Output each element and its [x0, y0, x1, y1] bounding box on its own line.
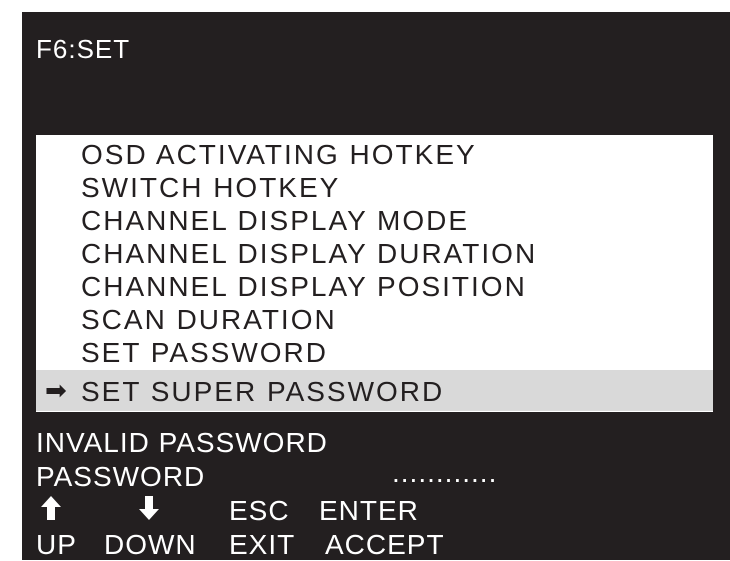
menu-item-label: CHANNEL DISPLAY MODE [81, 205, 470, 236]
down-key-label: DOWN [104, 529, 197, 560]
menu-item-channel-display-mode[interactable]: CHANNEL DISPLAY MODE [36, 203, 713, 236]
menu-item-osd-activating-hotkey[interactable]: OSD ACTIVATING HOTKEY [36, 137, 713, 170]
status-message: INVALID PASSWORD [36, 427, 328, 458]
menu-item-set-super-password[interactable]: ➡ SET SUPER PASSWORD [36, 370, 713, 411]
menu-item-label: OSD ACTIVATING HOTKEY [81, 139, 477, 170]
menu-item-switch-hotkey[interactable]: SWITCH HOTKEY [36, 170, 713, 203]
menu-item-scan-duration[interactable]: SCAN DURATION [36, 302, 713, 335]
password-label: PASSWORD [36, 461, 206, 492]
accept-key-label: ACCEPT [325, 529, 445, 560]
menu-item-label: CHANNEL DISPLAY POSITION [81, 271, 527, 302]
osd-screen: F6:SET OSD ACTIVATING HOTKEY SWITCH HOTK… [22, 12, 730, 560]
esc-key: ESC [229, 495, 290, 526]
menu-item-label: SET SUPER PASSWORD [81, 376, 445, 407]
menu-item-label: CHANNEL DISPLAY DURATION [81, 238, 538, 269]
enter-key: ENTER [319, 495, 419, 526]
exit-key-label: EXIT [229, 529, 296, 560]
up-key-label: UP [36, 529, 77, 560]
page-title: F6:SET [36, 34, 131, 64]
up-arrow-icon [40, 495, 62, 528]
menu-item-label: SWITCH HOTKEY [81, 172, 341, 203]
menu-item-label: SCAN DURATION [81, 304, 337, 335]
down-arrow-icon [138, 495, 160, 528]
menu-item-channel-display-duration[interactable]: CHANNEL DISPLAY DURATION [36, 236, 713, 269]
password-field[interactable]: ............ [392, 457, 497, 489]
menu-item-set-password[interactable]: SET PASSWORD [36, 335, 713, 368]
menu-item-label: SET PASSWORD [81, 337, 329, 368]
settings-menu: OSD ACTIVATING HOTKEY SWITCH HOTKEY CHAN… [36, 135, 713, 412]
menu-item-channel-display-position[interactable]: CHANNEL DISPLAY POSITION [36, 269, 713, 302]
right-arrow-icon: ➡ [45, 375, 67, 405]
